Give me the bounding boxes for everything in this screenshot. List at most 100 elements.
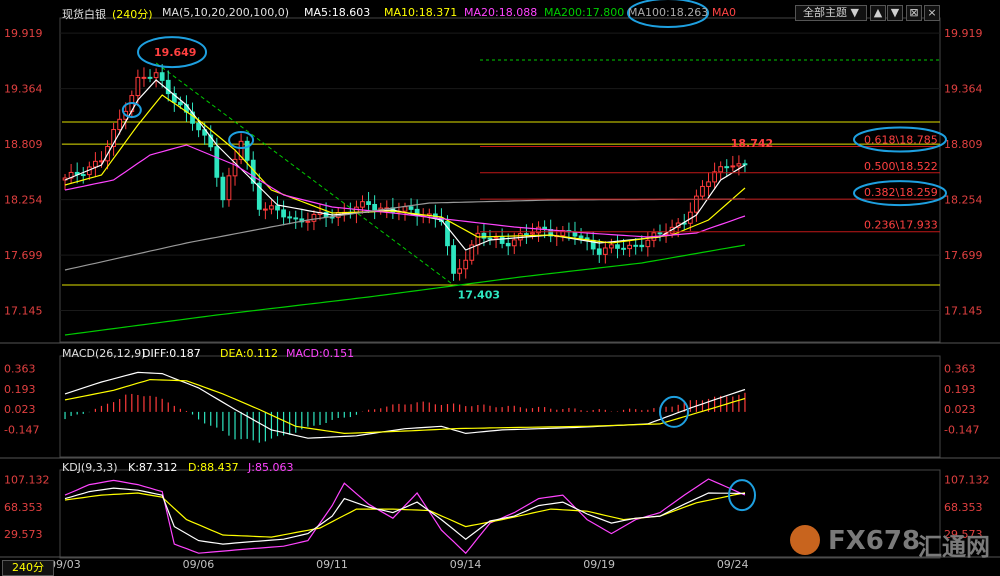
candle-body [117, 118, 123, 131]
macd-tick-left: -0.147 [4, 423, 39, 436]
candle-body [366, 201, 371, 205]
candle-body [712, 171, 717, 183]
date-tick: 09/24 [717, 558, 749, 571]
candle-body [511, 239, 517, 247]
date-tick: 09/11 [316, 558, 348, 571]
price-tick-left: 18.809 [4, 138, 43, 151]
price-tick-right: 19.364 [944, 83, 983, 96]
candle-body [645, 239, 651, 248]
candle-body [305, 220, 311, 223]
fx678-logo-icon [790, 525, 820, 555]
candle-body [153, 72, 159, 79]
date-tick: 09/19 [583, 558, 615, 571]
close-icon[interactable]: × [924, 5, 940, 21]
candle-body [742, 163, 748, 166]
candle-body [621, 247, 626, 250]
candle-body [141, 76, 147, 79]
macd-macd-value: MACD:0.151 [286, 347, 355, 360]
ma0-label: MA0 [712, 6, 737, 19]
candle-body [214, 146, 220, 178]
candle-body [360, 201, 365, 208]
candle-body [736, 163, 742, 167]
candle-body [293, 217, 299, 220]
candle-body [147, 76, 153, 79]
candle-body [475, 232, 481, 246]
candle-body [244, 140, 250, 161]
window-maximize-icon[interactable]: ⊠ [906, 5, 922, 21]
candle-body [524, 233, 529, 236]
price-tick-left: 17.145 [4, 305, 43, 318]
candle-body [402, 206, 408, 212]
watermark-cn: 汇通网 [918, 533, 990, 561]
date-tick: 09/14 [450, 558, 482, 571]
kdj-d-value: D:88.437 [188, 461, 239, 474]
candle-body [730, 165, 736, 168]
candle-body [639, 244, 645, 248]
candle-body [499, 236, 505, 244]
macd-tick-right: 0.023 [944, 403, 976, 416]
price-annotation: 19.649 [154, 46, 196, 59]
candle-body [372, 203, 378, 211]
candle-body [196, 122, 201, 131]
candle-body [135, 76, 141, 97]
watermark-brand: FX678 [828, 526, 921, 556]
chart-canvas: 0.618\18.785 0.500\18.522 0.382\18.259 0.23… [0, 0, 1000, 576]
price-tick-left: 19.919 [4, 27, 43, 40]
candle-body [311, 213, 317, 222]
candle-body [578, 235, 584, 239]
candle-body [700, 185, 705, 197]
candle-body [457, 268, 463, 274]
macd-tick-right: 0.363 [944, 362, 976, 375]
candle-body [226, 175, 232, 201]
candle-body [177, 101, 183, 106]
price-tick-right: 17.145 [944, 305, 983, 318]
ma20-value: MA20:18.088 [464, 6, 538, 19]
candle-body [627, 244, 633, 250]
candle-body [287, 216, 293, 219]
price-tick-right: 17.699 [944, 249, 983, 262]
kdj-tick-left: 68.353 [4, 501, 43, 514]
macd-tick-left: 0.363 [4, 362, 36, 375]
scroll-up-button[interactable]: ▲ [870, 5, 886, 21]
kdj-k-value: K:87.312 [128, 461, 178, 474]
macd-label: MACD(26,12,9) [62, 347, 146, 360]
kdj-tick-right: 68.353 [944, 501, 983, 514]
ma-params: MA(5,10,20,200,100,0) [162, 6, 290, 19]
candle-body [262, 208, 268, 211]
price-annotation: 17.403 [458, 289, 500, 302]
fibonacci-label: 0.236\17.933 [864, 219, 938, 232]
kdj-label: KDJ(9,3,3) [62, 461, 118, 474]
candle-body [609, 244, 614, 249]
candle-body [487, 237, 493, 240]
candle-body [706, 181, 711, 187]
candle-body [275, 205, 280, 211]
kdj-tick-left: 29.573 [4, 528, 43, 541]
candle-body [408, 206, 414, 210]
candle-body [615, 244, 620, 249]
candle-body [530, 232, 535, 235]
fibonacci-label: 0.382\18.259 [864, 186, 938, 199]
price-tick-right: 19.919 [944, 27, 983, 40]
date-tick: 09/06 [183, 558, 215, 571]
candle-body [493, 236, 499, 239]
price-tick-left: 19.364 [4, 83, 43, 96]
kdj-tick-right: 107.132 [944, 474, 990, 487]
candle-body [596, 248, 602, 255]
candle-body [633, 244, 639, 247]
scroll-down-button[interactable]: ▼ [887, 5, 903, 21]
candle-body [657, 232, 663, 235]
candle-body [694, 195, 699, 213]
macd-tick-left: 0.023 [4, 403, 36, 416]
instrument-name: 现货白银 [62, 8, 106, 21]
candle-body [80, 174, 86, 177]
ma200-value: MA200:17.800 [544, 6, 625, 19]
fibonacci-label: 0.500\18.522 [864, 160, 938, 173]
candle-body [220, 176, 226, 201]
macd-tick-right: 0.193 [944, 383, 976, 396]
period-tab[interactable]: 240分 [2, 560, 54, 576]
candle-body [724, 166, 730, 169]
candle-body [281, 209, 286, 218]
theme-select[interactable]: 全部主题 ▼ [795, 5, 867, 21]
price-annotation: 18.742 [731, 137, 773, 150]
candle-body [93, 160, 98, 168]
